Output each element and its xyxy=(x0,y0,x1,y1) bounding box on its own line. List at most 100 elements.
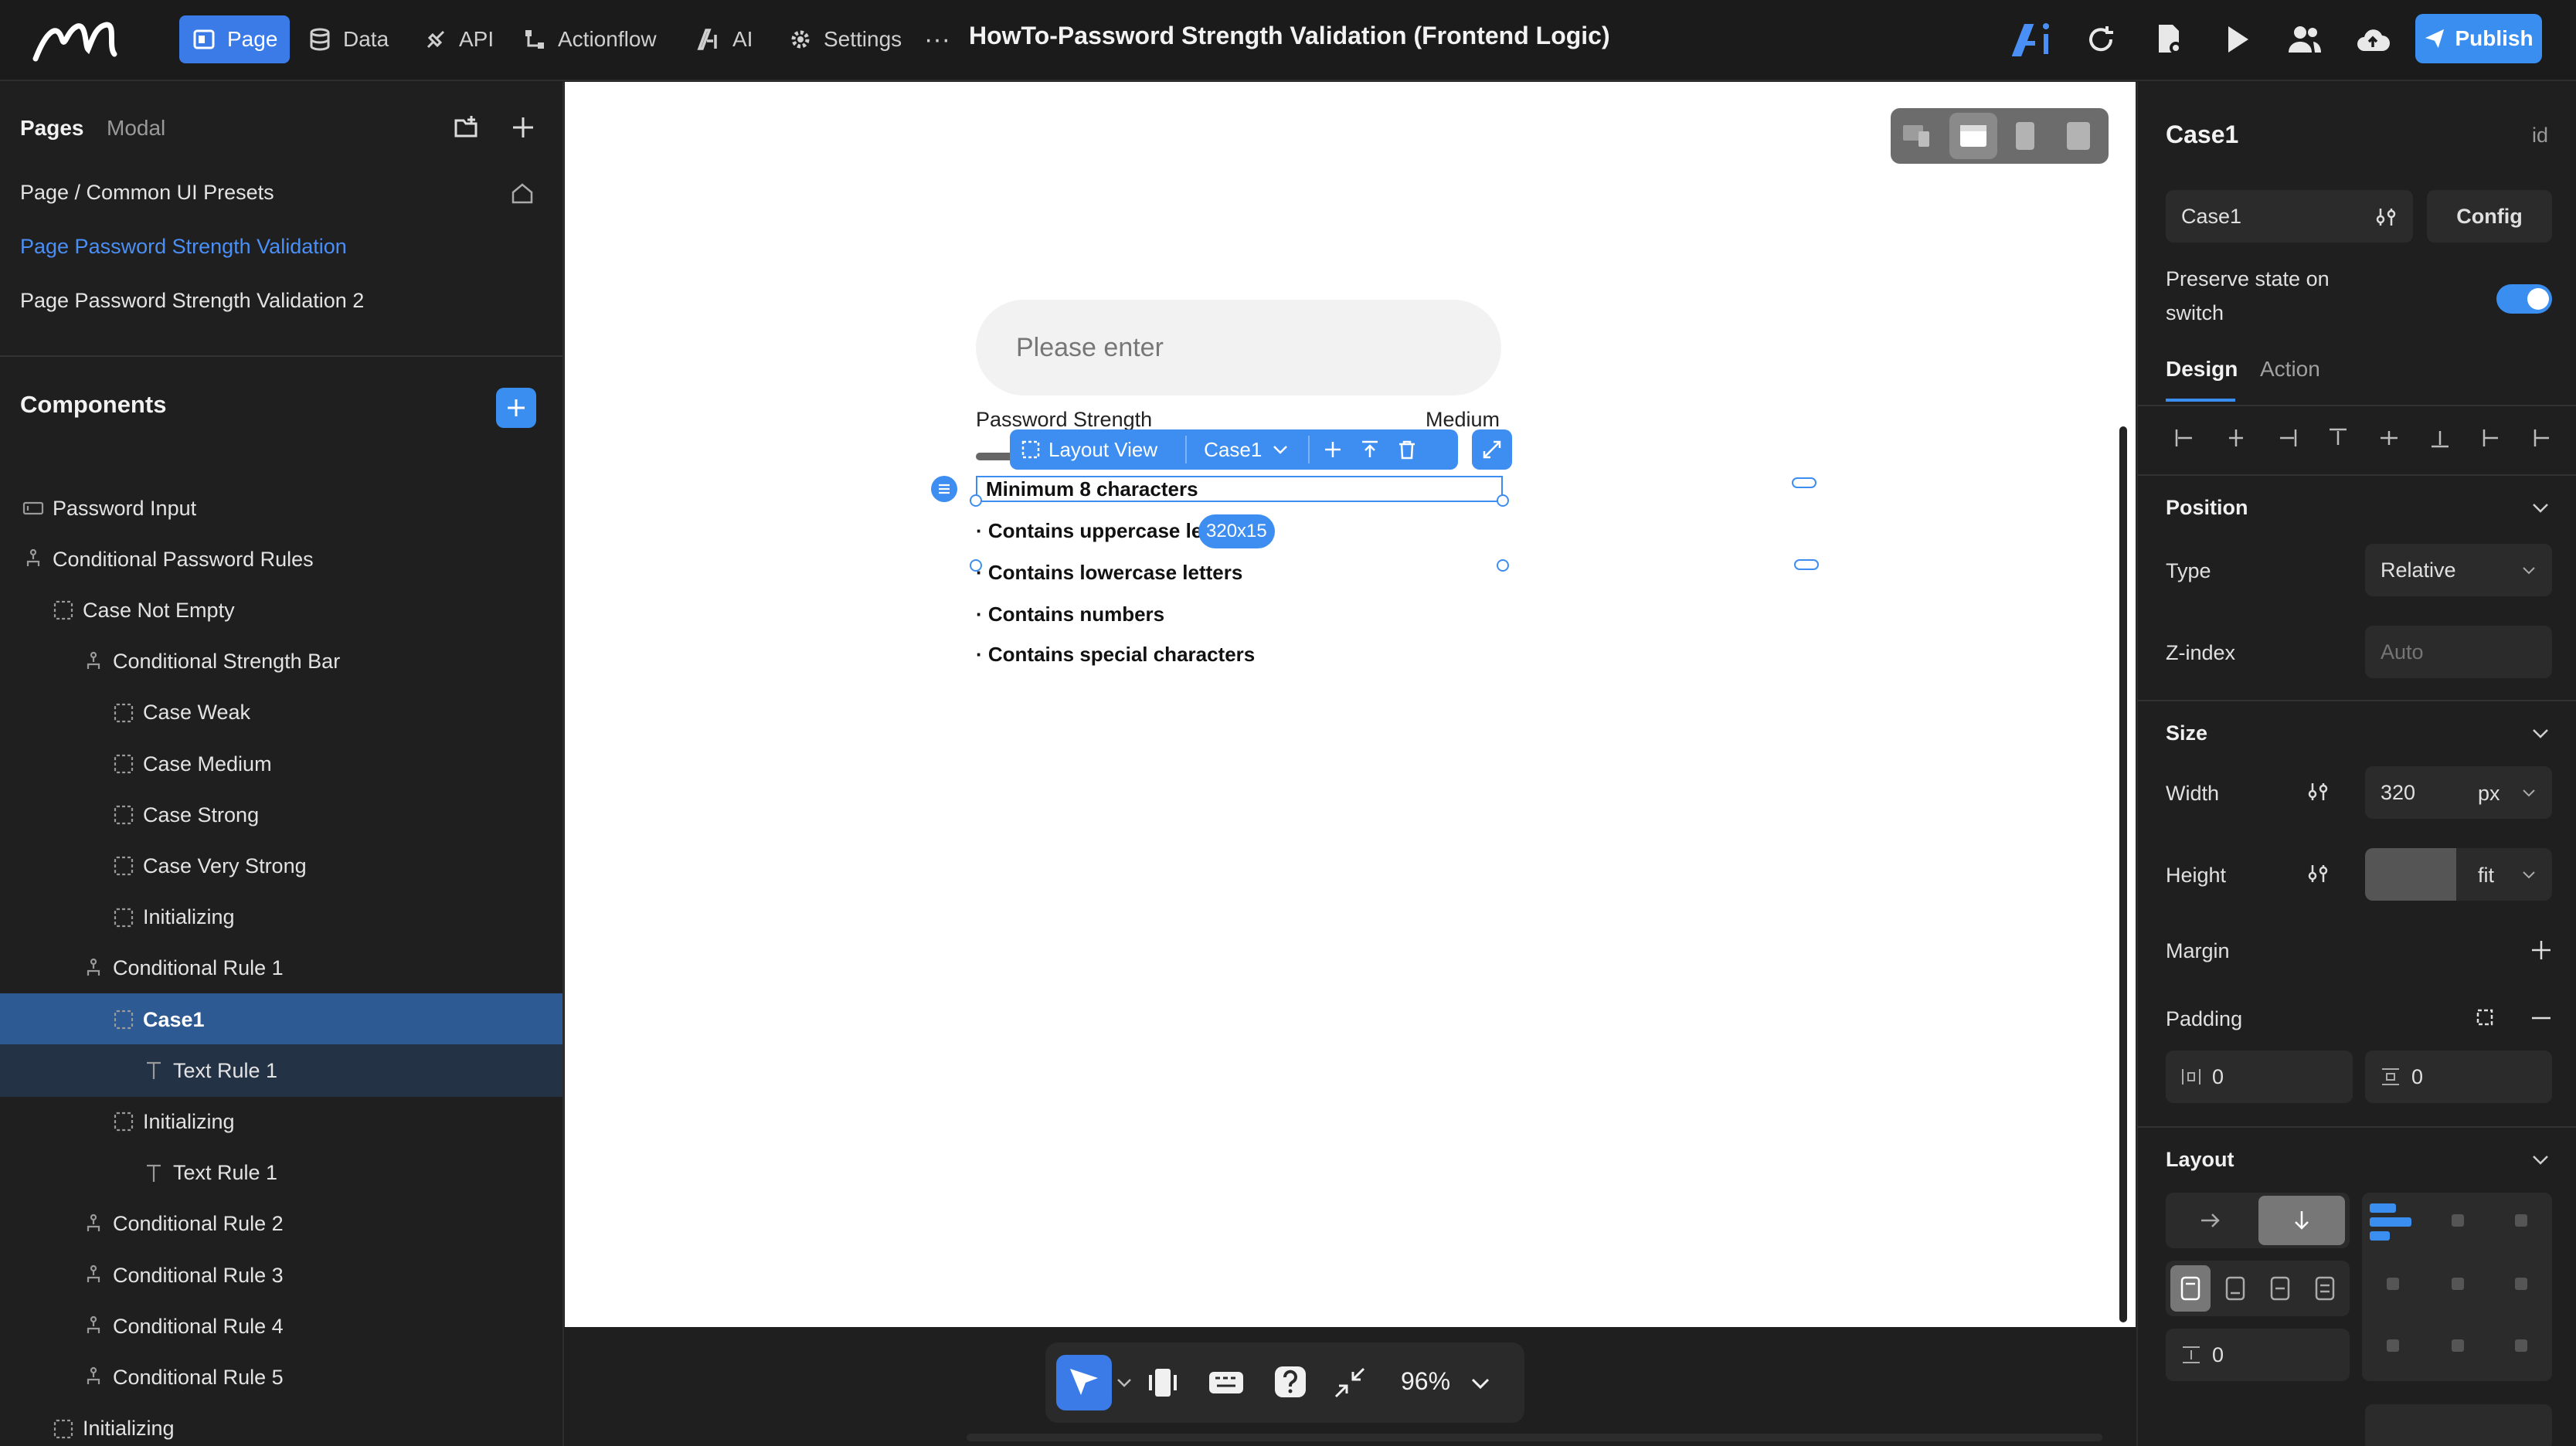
ai-assistant-icon[interactable] xyxy=(2012,22,2057,57)
layout-center-icon[interactable] xyxy=(2269,1276,2291,1301)
page-item-common-ui[interactable]: Page / Common UI Presets xyxy=(20,181,274,205)
chevron-down-icon[interactable] xyxy=(1271,440,1290,459)
add-component-button[interactable] xyxy=(496,388,536,428)
cloud-upload-icon[interactable] xyxy=(2355,22,2391,57)
chevron-down-icon[interactable] xyxy=(1115,1373,1133,1392)
chevron-down-icon[interactable] xyxy=(2529,496,2552,519)
variable-binding-icon[interactable] xyxy=(2306,780,2330,803)
app-logo-icon[interactable] xyxy=(31,15,120,65)
grid-dot[interactable] xyxy=(2387,1339,2399,1352)
layout-align-icon[interactable] xyxy=(2224,1276,2246,1301)
rule-text[interactable]: · Contains special characters xyxy=(976,643,1255,667)
select-tool-button[interactable] xyxy=(1056,1355,1112,1410)
page-item-password-strength-2[interactable]: Page Password Strength Validation 2 xyxy=(20,289,364,313)
tree-item[interactable]: Conditional Rule 1 xyxy=(0,942,562,995)
rule-text[interactable]: · Contains uppercase le xyxy=(976,519,1202,543)
align-right-icon[interactable] xyxy=(2275,426,2299,450)
tab-modal[interactable]: Modal xyxy=(107,116,165,141)
collapse-icon[interactable] xyxy=(1333,1366,1367,1400)
width-input[interactable]: 320 px xyxy=(2365,766,2552,819)
expand-button[interactable] xyxy=(1472,429,1512,470)
rule-text[interactable]: Minimum 8 characters xyxy=(986,477,1198,501)
tree-item[interactable]: Conditional Rule 2 xyxy=(0,1198,562,1251)
gap-input[interactable]: 0 xyxy=(2166,1329,2350,1381)
refresh-icon[interactable] xyxy=(2083,22,2119,57)
size-section-title[interactable]: Size xyxy=(2166,721,2207,745)
password-input[interactable]: Please enter xyxy=(976,300,1501,395)
tree-item[interactable]: Conditional Rule 4 xyxy=(0,1300,562,1353)
tree-item[interactable]: Case Medium xyxy=(0,738,562,790)
tree-item[interactable]: Initializing xyxy=(0,1095,562,1148)
distribute-v-icon[interactable] xyxy=(2530,426,2554,450)
add-margin-icon[interactable] xyxy=(2529,938,2554,962)
tree-item[interactable]: Case Not Empty xyxy=(0,584,562,636)
alignment-grid[interactable] xyxy=(2362,1193,2552,1381)
chevron-down-icon[interactable] xyxy=(1469,1372,1492,1395)
tree-item[interactable]: Text Rule 1 xyxy=(0,1147,562,1200)
grid-dot[interactable] xyxy=(2515,1278,2527,1290)
tree-item[interactable]: Case Weak xyxy=(0,687,562,739)
arrow-right-icon[interactable] xyxy=(2198,1208,2223,1233)
preserve-state-toggle[interactable] xyxy=(2496,284,2552,314)
page-item-password-strength[interactable]: Page Password Strength Validation xyxy=(20,235,347,259)
keyboard-icon[interactable] xyxy=(1208,1366,1245,1400)
align-top-icon[interactable] xyxy=(2326,426,2350,450)
file-settings-icon[interactable] xyxy=(2151,22,2187,57)
tree-item[interactable]: Initializing xyxy=(0,891,562,944)
padding-horizontal-input[interactable]: 0 xyxy=(2166,1051,2353,1103)
align-h-center-icon[interactable] xyxy=(2224,426,2248,450)
nav-api[interactable]: API xyxy=(411,15,506,63)
grid-dot[interactable] xyxy=(2452,1278,2464,1290)
resize-handle[interactable] xyxy=(1497,494,1509,507)
tree-item[interactable]: Conditional Rule 3 xyxy=(0,1249,562,1302)
layout-section-title[interactable]: Layout xyxy=(2166,1148,2234,1172)
tab-pages[interactable]: Pages xyxy=(20,116,84,141)
select-parent-icon[interactable] xyxy=(1359,439,1381,460)
chevron-down-icon[interactable] xyxy=(2529,1148,2552,1171)
height-unit-select[interactable]: fit xyxy=(2478,864,2494,888)
toolbar-case-select[interactable]: Case1 xyxy=(1204,438,1262,462)
multi-device-icon[interactable] xyxy=(1901,122,1932,150)
padding-vertical-input[interactable]: 0 xyxy=(2365,1051,2552,1103)
chevron-down-icon[interactable] xyxy=(2529,721,2552,745)
tree-item[interactable]: Text Rule 1 xyxy=(0,1044,562,1098)
help-icon[interactable] xyxy=(1273,1364,1308,1400)
tree-item[interactable]: Case1 xyxy=(0,993,562,1046)
position-type-select[interactable]: Relative xyxy=(2365,544,2552,596)
nav-settings[interactable]: Settings xyxy=(776,15,914,63)
tablet-icon[interactable] xyxy=(2014,120,2036,151)
trash-icon[interactable] xyxy=(1396,439,1418,460)
add-folder-icon[interactable] xyxy=(453,114,479,141)
element-id-label[interactable]: id xyxy=(2532,124,2548,148)
mobile-icon[interactable] xyxy=(2065,120,2092,151)
z-index-input[interactable] xyxy=(2365,626,2552,678)
layout-extra-control[interactable] xyxy=(2365,1404,2552,1446)
add-icon[interactable] xyxy=(1322,439,1344,460)
nav-actionflow[interactable]: Actionflow xyxy=(510,15,669,63)
direction-vertical-button[interactable] xyxy=(2258,1196,2345,1245)
case-select[interactable]: Case1 xyxy=(2166,190,2413,243)
position-section-title[interactable]: Position xyxy=(2166,496,2248,520)
drag-handle[interactable] xyxy=(931,476,957,502)
config-button[interactable]: Config xyxy=(2427,190,2552,243)
padding-individual-icon[interactable] xyxy=(2473,1006,2496,1029)
remove-padding-icon[interactable] xyxy=(2529,1006,2554,1030)
more-menu-button[interactable]: ··· xyxy=(912,15,963,63)
align-left-icon[interactable] xyxy=(2173,426,2197,450)
width-unit-select[interactable]: px xyxy=(2478,782,2500,806)
height-input[interactable]: fit xyxy=(2365,848,2552,901)
tree-item[interactable]: Password Input xyxy=(0,482,562,535)
layout-space-icon[interactable] xyxy=(2314,1276,2336,1301)
grid-dot[interactable] xyxy=(2515,1339,2527,1352)
device-frame-icon[interactable] xyxy=(1146,1366,1180,1400)
nav-ai[interactable]: AI xyxy=(685,15,765,63)
tree-item[interactable]: Conditional Password Rules xyxy=(0,533,562,586)
play-icon[interactable] xyxy=(2219,22,2255,57)
align-bottom-icon[interactable] xyxy=(2428,426,2452,450)
tree-item[interactable]: Case Strong xyxy=(0,789,562,841)
home-icon[interactable] xyxy=(510,181,535,205)
horizontal-scrollbar[interactable] xyxy=(967,1434,2102,1441)
tree-item[interactable]: Conditional Strength Bar xyxy=(0,636,562,688)
resize-handle[interactable] xyxy=(1497,559,1509,572)
tree-item[interactable]: Case Very Strong xyxy=(0,840,562,892)
